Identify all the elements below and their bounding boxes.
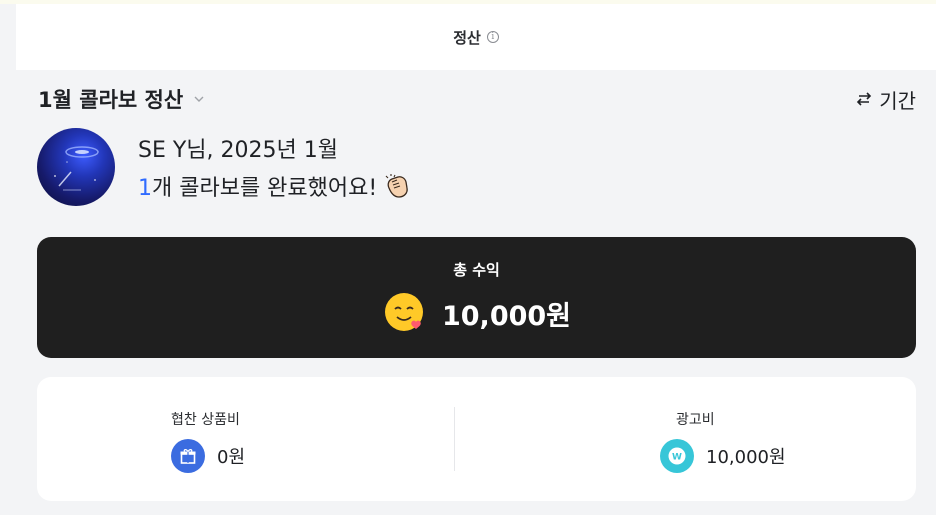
chevron-down-icon <box>194 96 204 102</box>
detail-label: 협찬 상품비 <box>171 412 240 428</box>
page-header: 정산 i <box>16 4 936 70</box>
detail-value: 0원 <box>217 447 246 468</box>
period-toggle-button[interactable]: 기간 <box>855 85 916 114</box>
earnings-breakdown-card: 협찬 상품비 0원 광고비 W 10,000원 <box>37 377 916 501</box>
detail-label: 광고비 <box>676 412 715 428</box>
period-select[interactable]: 1월 콜라보 정산 <box>38 84 205 114</box>
avatar <box>37 128 115 206</box>
greeting-text: SE Y님, 2025년 1월 <box>138 138 338 163</box>
divider <box>454 407 455 471</box>
collab-suffix: 개 콜라보를 완료했어요! <box>152 176 378 201</box>
avatar-image <box>54 146 99 191</box>
total-label: 총 수익 <box>453 261 500 279</box>
detail-value: 10,000원 <box>706 447 786 468</box>
svg-text:W: W <box>672 453 682 463</box>
period-title: 1월 콜라보 정산 <box>38 88 184 112</box>
swap-icon <box>857 92 872 106</box>
gift-icon <box>171 439 205 473</box>
profile-summary: SE Y님, 2025년 1월 1개 콜라보를 완료했어요! <box>37 128 411 206</box>
collab-count: 1 <box>138 176 152 201</box>
total-value: 10,000원 <box>441 300 572 332</box>
collab-summary: 1개 콜라보를 완료했어요! <box>138 170 411 202</box>
period-row: 1월 콜라보 정산 기간 <box>38 84 916 114</box>
smiling-face-heart-icon <box>384 293 423 331</box>
sponsored-product-fee: 협찬 상품비 0원 <box>171 409 245 473</box>
info-icon[interactable]: i <box>486 31 499 43</box>
page-title: 정산 <box>453 28 481 47</box>
clapping-hands-icon <box>385 174 409 198</box>
advertising-fee: 광고비 W 10,000원 <box>660 409 786 473</box>
won-coin-icon: W <box>660 439 694 473</box>
total-earnings-card: 총 수익 10,000원 <box>37 237 916 358</box>
period-toggle-label: 기간 <box>879 88 916 113</box>
